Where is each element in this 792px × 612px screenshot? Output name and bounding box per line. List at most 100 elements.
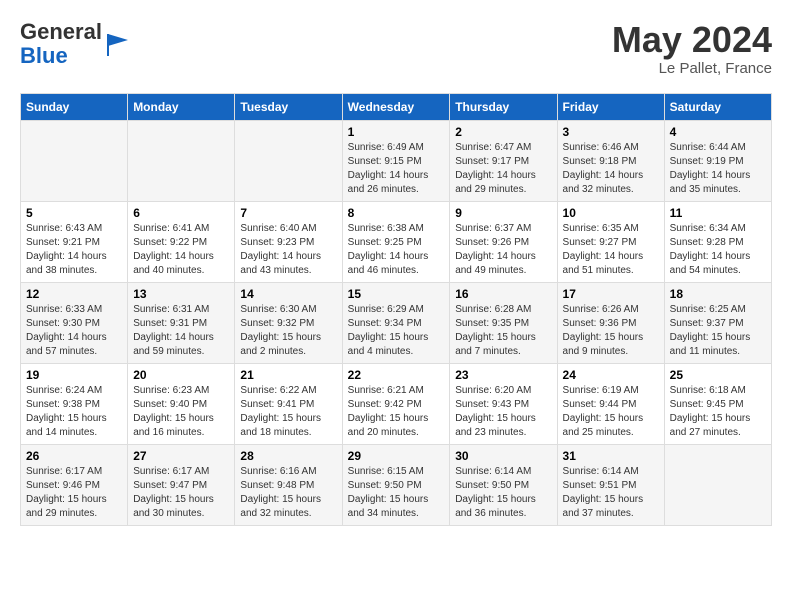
day-info: Sunrise: 6:22 AM Sunset: 9:41 PM Dayligh… — [240, 384, 336, 440]
calendar-cell: 30Sunrise: 6:14 AM Sunset: 9:50 PM Dayli… — [450, 444, 557, 525]
day-info: Sunrise: 6:38 AM Sunset: 9:25 PM Dayligh… — [348, 222, 445, 278]
day-info: Sunrise: 6:23 AM Sunset: 9:40 PM Dayligh… — [133, 384, 229, 440]
calendar-cell: 9Sunrise: 6:37 AM Sunset: 9:26 PM Daylig… — [450, 201, 557, 282]
day-info: Sunrise: 6:33 AM Sunset: 9:30 PM Dayligh… — [26, 303, 122, 359]
calendar-cell — [128, 120, 235, 201]
logo-blue-text: Blue — [20, 43, 68, 68]
weekday-header-sunday: Sunday — [21, 93, 128, 120]
day-number: 8 — [348, 206, 445, 220]
day-info: Sunrise: 6:37 AM Sunset: 9:26 PM Dayligh… — [455, 222, 551, 278]
calendar-cell: 28 Sunrise: 6:16 AM Sunset: 9:48 PM Dayli… — [235, 444, 342, 525]
day-info: Sunrise: 6:28 AM Sunset: 9:35 PM Dayligh… — [455, 303, 551, 359]
day-info: Sunrise: 6:15 AM Sunset: 9:50 PM Dayligh… — [348, 465, 445, 521]
location: Le Pallet, France — [612, 60, 772, 77]
calendar-cell: 5 Sunrise: 6:43 AM Sunset: 9:21 PM Daylig… — [21, 201, 128, 282]
weekday-header-tuesday: Tuesday — [235, 93, 342, 120]
day-number: 23 — [455, 368, 551, 382]
day-number: 6 — [133, 206, 229, 220]
calendar-cell: 25 Sunrise: 6:18 AM Sunset: 9:45 PM Dayli… — [664, 363, 771, 444]
day-number: 19 — [26, 368, 122, 382]
day-number: 10 — [563, 206, 659, 220]
calendar-cell: 17Sunrise: 6:26 AM Sunset: 9:36 PM Dayli… — [557, 282, 664, 363]
calendar-week-row: 1 Sunrise: 6:49 AM Sunset: 9:15 PM Daylig… — [21, 120, 772, 201]
day-number: 31 — [563, 449, 659, 463]
month-title: May 2024 — [612, 20, 772, 60]
day-info: Sunrise: 6:14 AM Sunset: 9:50 PM Dayligh… — [455, 465, 551, 521]
day-info: Sunrise: 6:46 AM Sunset: 9:18 PM Dayligh… — [563, 141, 659, 197]
weekday-header-friday: Friday — [557, 93, 664, 120]
day-number: 16 — [455, 287, 551, 301]
day-info: Sunrise: 6:34 AM Sunset: 9:28 PM Dayligh… — [670, 222, 766, 278]
day-number: 11 — [670, 206, 766, 220]
calendar-cell: 16 Sunrise: 6:28 AM Sunset: 9:35 PM Dayli… — [450, 282, 557, 363]
calendar-cell: 12 Sunrise: 6:33 AM Sunset: 9:30 PM Dayli… — [21, 282, 128, 363]
calendar-cell: 7Sunrise: 6:40 AM Sunset: 9:23 PM Daylig… — [235, 201, 342, 282]
day-info: Sunrise: 6:20 AM Sunset: 9:43 PM Dayligh… — [455, 384, 551, 440]
day-info: Sunrise: 6:49 AM Sunset: 9:15 PM Dayligh… — [348, 141, 445, 197]
calendar-cell — [21, 120, 128, 201]
day-info: Sunrise: 6:43 AM Sunset: 9:21 PM Dayligh… — [26, 222, 122, 278]
weekday-header-wednesday: Wednesday — [342, 93, 450, 120]
calendar-cell: 23 Sunrise: 6:20 AM Sunset: 9:43 PM Dayli… — [450, 363, 557, 444]
calendar-cell: 24 Sunrise: 6:19 AM Sunset: 9:44 PM Dayli… — [557, 363, 664, 444]
day-info: Sunrise: 6:17 AM Sunset: 9:47 PM Dayligh… — [133, 465, 229, 521]
day-number: 14 — [240, 287, 336, 301]
day-number: 21 — [240, 368, 336, 382]
calendar-cell — [235, 120, 342, 201]
logo-flag-icon — [104, 30, 132, 58]
day-info: Sunrise: 6:14 AM Sunset: 9:51 PM Dayligh… — [563, 465, 659, 521]
day-number: 12 — [26, 287, 122, 301]
calendar-cell: 18 Sunrise: 6:25 AM Sunset: 9:37 PM Dayli… — [664, 282, 771, 363]
day-number: 20 — [133, 368, 229, 382]
day-info: Sunrise: 6:26 AM Sunset: 9:36 PM Dayligh… — [563, 303, 659, 359]
calendar-cell: 31 Sunrise: 6:14 AM Sunset: 9:51 PM Dayli… — [557, 444, 664, 525]
day-info: Sunrise: 6:16 AM Sunset: 9:48 PM Dayligh… — [240, 465, 336, 521]
calendar-cell: 27 Sunrise: 6:17 AM Sunset: 9:47 PM Dayli… — [128, 444, 235, 525]
day-number: 7 — [240, 206, 336, 220]
title-block: May 2024 Le Pallet, France — [612, 20, 772, 77]
day-number: 22 — [348, 368, 445, 382]
day-number: 29 — [348, 449, 445, 463]
calendar-week-row: 12 Sunrise: 6:33 AM Sunset: 9:30 PM Dayli… — [21, 282, 772, 363]
calendar-cell: 2Sunrise: 6:47 AM Sunset: 9:17 PM Daylig… — [450, 120, 557, 201]
day-info: Sunrise: 6:18 AM Sunset: 9:45 PM Dayligh… — [670, 384, 766, 440]
logo-general-text: General — [20, 19, 102, 44]
day-info: Sunrise: 6:29 AM Sunset: 9:34 PM Dayligh… — [348, 303, 445, 359]
calendar-cell: 10 Sunrise: 6:35 AM Sunset: 9:27 PM Dayli… — [557, 201, 664, 282]
day-info: Sunrise: 6:41 AM Sunset: 9:22 PM Dayligh… — [133, 222, 229, 278]
day-number: 15 — [348, 287, 445, 301]
day-info: Sunrise: 6:44 AM Sunset: 9:19 PM Dayligh… — [670, 141, 766, 197]
day-info: Sunrise: 6:19 AM Sunset: 9:44 PM Dayligh… — [563, 384, 659, 440]
weekday-header-monday: Monday — [128, 93, 235, 120]
calendar-cell: 14 Sunrise: 6:30 AM Sunset: 9:32 PM Dayli… — [235, 282, 342, 363]
day-number: 13 — [133, 287, 229, 301]
weekday-header-thursday: Thursday — [450, 93, 557, 120]
calendar-cell: 26Sunrise: 6:17 AM Sunset: 9:46 PM Dayli… — [21, 444, 128, 525]
calendar-cell: 6 Sunrise: 6:41 AM Sunset: 9:22 PM Daylig… — [128, 201, 235, 282]
day-info: Sunrise: 6:31 AM Sunset: 9:31 PM Dayligh… — [133, 303, 229, 359]
day-info: Sunrise: 6:25 AM Sunset: 9:37 PM Dayligh… — [670, 303, 766, 359]
calendar-cell: 15 Sunrise: 6:29 AM Sunset: 9:34 PM Dayli… — [342, 282, 450, 363]
calendar-table: SundayMondayTuesdayWednesdayThursdayFrid… — [20, 93, 772, 526]
day-info: Sunrise: 6:30 AM Sunset: 9:32 PM Dayligh… — [240, 303, 336, 359]
day-number: 28 — [240, 449, 336, 463]
calendar-cell: 3 Sunrise: 6:46 AM Sunset: 9:18 PM Daylig… — [557, 120, 664, 201]
calendar-cell — [664, 444, 771, 525]
day-number: 26 — [26, 449, 122, 463]
day-number: 25 — [670, 368, 766, 382]
day-info: Sunrise: 6:35 AM Sunset: 9:27 PM Dayligh… — [563, 222, 659, 278]
day-number: 24 — [563, 368, 659, 382]
calendar-cell: 8 Sunrise: 6:38 AM Sunset: 9:25 PM Daylig… — [342, 201, 450, 282]
weekday-header-row: SundayMondayTuesdayWednesdayThursdayFrid… — [21, 93, 772, 120]
day-number: 18 — [670, 287, 766, 301]
calendar-cell: 20 Sunrise: 6:23 AM Sunset: 9:40 PM Dayli… — [128, 363, 235, 444]
day-info: Sunrise: 6:24 AM Sunset: 9:38 PM Dayligh… — [26, 384, 122, 440]
day-number: 3 — [563, 125, 659, 139]
calendar-cell: 13 Sunrise: 6:31 AM Sunset: 9:31 PM Dayli… — [128, 282, 235, 363]
day-number: 27 — [133, 449, 229, 463]
weekday-header-saturday: Saturday — [664, 93, 771, 120]
calendar-cell: 29 Sunrise: 6:15 AM Sunset: 9:50 PM Dayli… — [342, 444, 450, 525]
day-info: Sunrise: 6:21 AM Sunset: 9:42 PM Dayligh… — [348, 384, 445, 440]
day-number: 5 — [26, 206, 122, 220]
day-number: 1 — [348, 125, 445, 139]
